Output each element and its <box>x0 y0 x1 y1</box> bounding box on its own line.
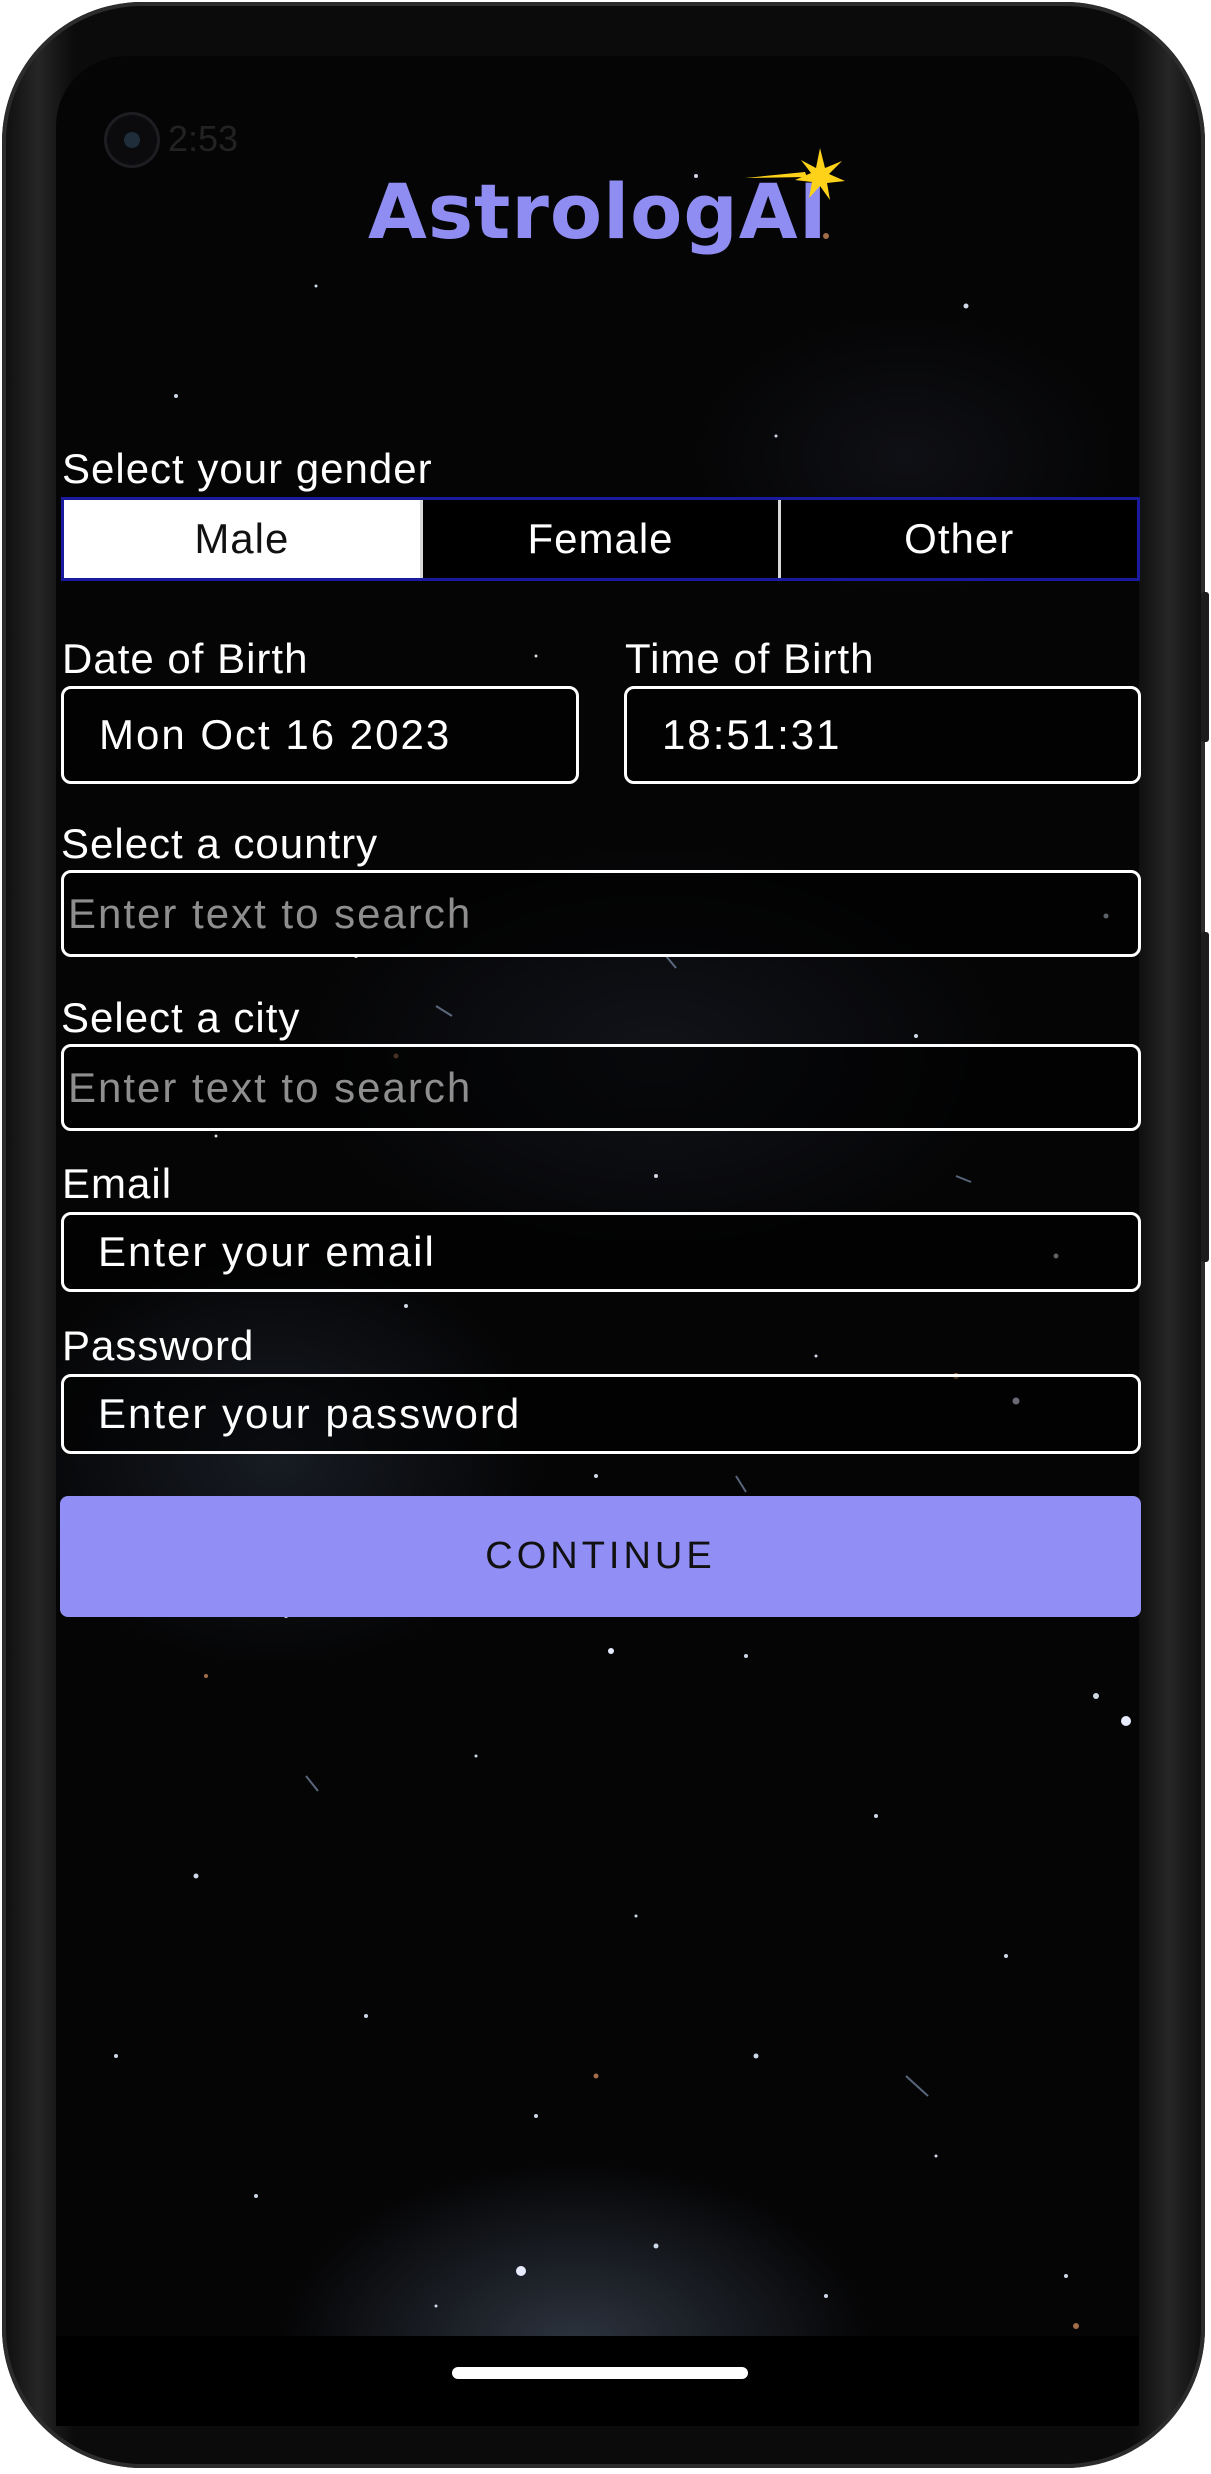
gender-label: Select your gender <box>62 445 433 492</box>
power-button <box>1201 592 1209 742</box>
password-label: Password <box>62 1322 255 1369</box>
city-search-input[interactable] <box>68 1047 1138 1128</box>
city-search-field[interactable] <box>61 1044 1141 1131</box>
gender-option-other[interactable]: Other <box>778 500 1137 578</box>
time-of-birth-label: Time of Birth <box>625 635 875 682</box>
country-search-input[interactable] <box>68 873 1138 954</box>
gender-selector: Male Female Other <box>61 497 1140 581</box>
date-of-birth-field[interactable]: Mon Oct 16 2023 <box>61 686 579 784</box>
email-field[interactable] <box>61 1212 1141 1292</box>
gender-option-female[interactable]: Female <box>419 500 779 578</box>
status-time: 2:53 <box>168 118 239 159</box>
date-of-birth-label: Date of Birth <box>62 635 309 682</box>
starfield-background <box>93 174 1131 2329</box>
volume-button <box>1201 932 1209 1262</box>
navigation-bar <box>56 2336 1139 2426</box>
gender-option-male[interactable]: Male <box>64 500 420 578</box>
email-input[interactable] <box>98 1215 1138 1289</box>
password-input[interactable] <box>98 1377 1138 1451</box>
email-label: Email <box>62 1160 173 1207</box>
password-field[interactable] <box>61 1374 1141 1454</box>
app-screen <box>56 56 1139 2336</box>
time-of-birth-field[interactable]: 18:51:31 <box>624 686 1141 784</box>
country-label: Select a country <box>61 820 379 867</box>
date-of-birth-value: Mon Oct 16 2023 <box>99 711 452 758</box>
city-label: Select a city <box>61 994 301 1041</box>
country-search-field[interactable] <box>61 870 1141 957</box>
time-of-birth-value: 18:51:31 <box>662 711 842 758</box>
sparkle-star-icon <box>745 148 845 200</box>
continue-button[interactable]: CONTINUE <box>60 1496 1141 1617</box>
camera-icon <box>104 112 160 168</box>
home-indicator[interactable] <box>452 2367 748 2379</box>
